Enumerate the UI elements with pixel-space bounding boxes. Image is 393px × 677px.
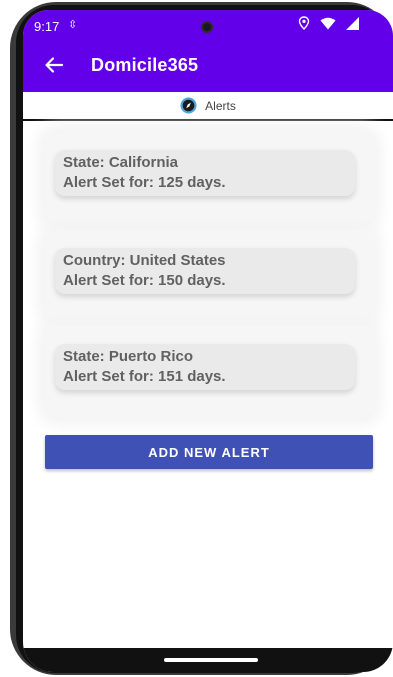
system-nav-bar (23, 648, 393, 672)
wifi-icon (320, 17, 336, 29)
app-screen: 9:17 ⇳ Domicile365 Alerts State: Califor… (23, 10, 393, 672)
tab-label: Alerts (205, 98, 236, 113)
arrow-left-icon[interactable] (43, 54, 65, 76)
status-icons (298, 16, 359, 30)
alert-content: State: California Alert Set for: 125 day… (55, 150, 355, 196)
add-new-alert-button[interactable]: ADD NEW ALERT (45, 435, 373, 469)
location-icon (298, 16, 310, 30)
alert-duration: Alert Set for: 125 days. (63, 174, 226, 191)
tab-alerts[interactable]: Alerts (23, 92, 393, 121)
compass-icon (180, 97, 197, 114)
alert-content: Country: United States Alert Set for: 15… (55, 248, 355, 294)
front-camera (201, 21, 213, 33)
alert-duration: Alert Set for: 150 days. (63, 272, 226, 289)
alert-card[interactable]: Country: United States Alert Set for: 15… (45, 230, 374, 322)
app-title: Domicile365 (91, 55, 199, 75)
alert-card[interactable]: State: California Alert Set for: 125 day… (45, 132, 374, 224)
alert-location: State: Puerto Rico (63, 348, 194, 365)
app-bar: Domicile365 (23, 40, 393, 92)
status-bar: 9:17 ⇳ (23, 10, 393, 40)
alert-card[interactable]: State: Puerto Rico Alert Set for: 151 da… (45, 326, 374, 418)
signal-icon (346, 16, 359, 30)
status-time: 9:17 (34, 19, 60, 34)
alert-location: State: California (63, 154, 179, 171)
alert-content: State: Puerto Rico Alert Set for: 151 da… (55, 344, 355, 390)
alert-location: Country: United States (63, 252, 226, 269)
sync-icon: ⇳ (68, 19, 78, 31)
home-gesture-pill[interactable] (164, 658, 258, 662)
alert-duration: Alert Set for: 151 days. (63, 368, 226, 385)
